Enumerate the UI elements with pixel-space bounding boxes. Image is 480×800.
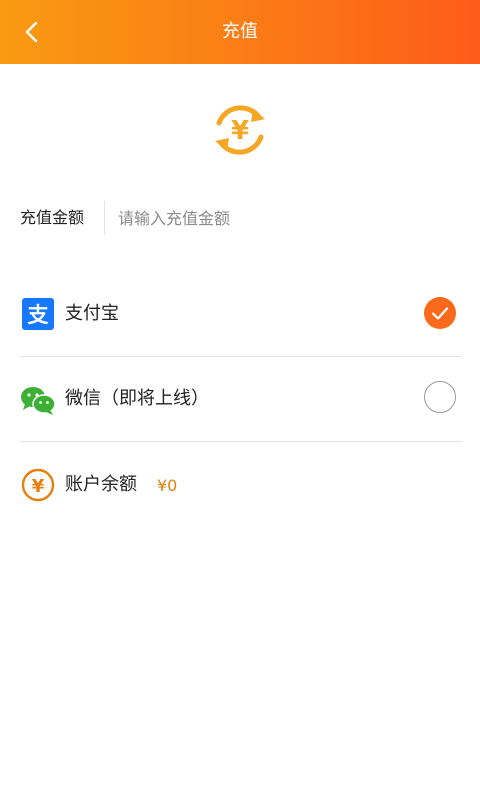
hero-recharge-icon: ¥ [207,97,273,163]
svg-text:¥: ¥ [231,116,249,146]
payment-option-label: 微信（即将上线） [65,388,209,409]
selected-check-icon[interactable] [424,297,456,329]
header-bar: 充值 [0,0,480,64]
amount-row: 充值金额 [0,197,480,239]
payment-option-label: 支付宝 [65,303,119,324]
amount-input[interactable] [110,201,466,235]
balance-value: ¥0 [157,476,178,495]
payment-option-wechat[interactable]: 微信（即将上线） [0,357,480,441]
yuan-coin-icon: ¥ [21,468,55,502]
page-title: 充值 [222,21,258,42]
amount-label: 充值金额 [20,208,85,227]
svg-text:支: 支 [28,303,50,327]
divider [20,441,462,442]
radio-unchecked[interactable] [424,381,456,413]
amount-separator [104,201,105,235]
svg-text:¥: ¥ [32,476,45,497]
wechat-icon [20,384,56,416]
balance-label: 账户余额 [65,474,137,495]
alipay-icon: 支 [22,298,54,330]
yuan-exchange-icon: ¥ [215,105,265,155]
payment-option-alipay[interactable]: 支 支付宝 [0,272,480,356]
